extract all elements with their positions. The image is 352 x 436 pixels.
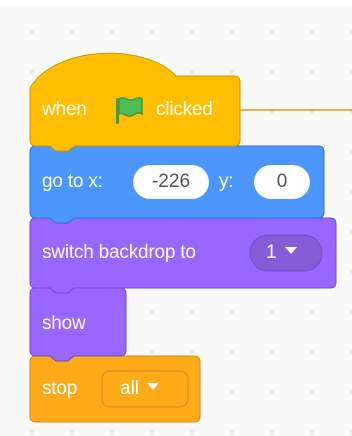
backdrop-dropdown[interactable]: 1 — [250, 235, 322, 271]
green-flag-icon[interactable] — [112, 94, 146, 126]
backdrop-dropdown-value: 1 — [266, 242, 277, 263]
stop-dropdown-value: all — [120, 378, 140, 399]
stop-dropdown[interactable]: all — [102, 371, 188, 407]
stop-label: stop — [42, 378, 78, 399]
backdrop-label: switch backdrop to — [42, 242, 196, 263]
goto-y-input[interactable]: 0 — [254, 165, 310, 199]
script-stack — [29, 52, 352, 423]
chevron-down-icon — [147, 383, 160, 391]
hat-when-label: when — [42, 99, 87, 120]
chevron-down-icon — [284, 247, 297, 255]
goto-x-input[interactable]: -226 — [133, 165, 209, 199]
hat-clicked-label: clicked — [156, 99, 213, 120]
show-label: show — [42, 313, 86, 334]
goto-x-label: go to x: — [42, 171, 103, 192]
code-workspace[interactable]: when clicked go to x: -226 y: 0 switch b… — [0, 0, 352, 436]
goto-y-label: y: — [219, 171, 234, 192]
